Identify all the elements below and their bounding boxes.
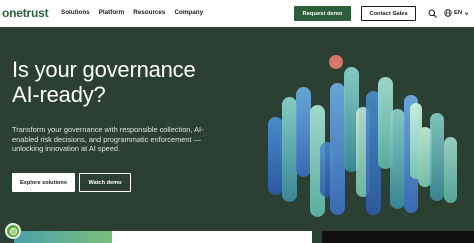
- hero-title-line-1: Is your governance: [12, 57, 196, 82]
- pillar: [410, 103, 422, 179]
- nav-resources[interactable]: Resources: [133, 9, 165, 16]
- pillar: [390, 109, 405, 209]
- pillar: [268, 117, 283, 195]
- pillar: [296, 87, 311, 177]
- language-label: EN: [454, 10, 463, 16]
- search-icon[interactable]: [428, 9, 437, 18]
- cookie-settings-icon[interactable]: [5, 223, 21, 239]
- request-demo-button[interactable]: Request demo: [294, 6, 351, 21]
- chevron-down-icon: [464, 11, 469, 15]
- hero-title-line-2: AI-ready?: [12, 82, 106, 107]
- preview-card-1: [14, 231, 112, 243]
- hero-section: Is your governance AI-ready? Transform y…: [0, 27, 474, 243]
- watch-demo-button[interactable]: Watch demo: [79, 173, 131, 192]
- globe-icon: [444, 9, 452, 17]
- pillar: [430, 113, 444, 201]
- hero-illustration: [268, 55, 457, 217]
- nav-platform[interactable]: Platform: [99, 9, 125, 16]
- accent-dot: [329, 55, 343, 69]
- hero-title: Is your governance AI-ready?: [12, 57, 252, 107]
- nav-company[interactable]: Company: [174, 9, 203, 16]
- onetrust-logo[interactable]: onetrust: [2, 6, 49, 20]
- pillar: [444, 137, 457, 203]
- pillar: [282, 97, 297, 202]
- main-nav: Solutions Platform Resources Company: [61, 9, 203, 16]
- gradient-pillars: [268, 67, 457, 217]
- pillar: [330, 83, 345, 215]
- site-header: onetrust Solutions Platform Resources Co…: [0, 0, 474, 27]
- preview-card-3: [322, 231, 474, 243]
- language-selector[interactable]: EN: [444, 9, 469, 17]
- explore-solutions-button[interactable]: Explore solutions: [12, 173, 75, 192]
- preview-card-2: [112, 231, 312, 243]
- fingerprint-icon: [9, 227, 17, 235]
- hero-subtitle: Transform your governance with responsib…: [12, 125, 204, 154]
- nav-solutions[interactable]: Solutions: [61, 9, 90, 16]
- contact-sales-button[interactable]: Contact Sales: [361, 6, 416, 21]
